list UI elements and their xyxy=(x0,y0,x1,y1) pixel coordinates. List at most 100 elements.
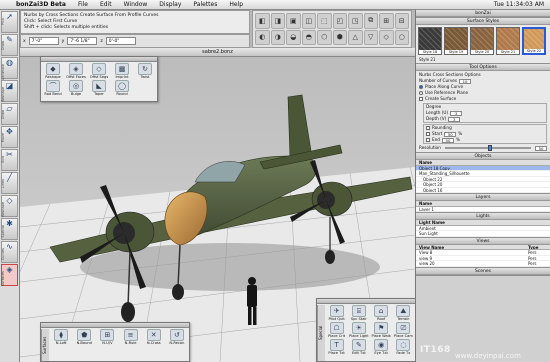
n-bound-button[interactable]: ⬟ N-Bound xyxy=(73,329,95,345)
toolbar-shortcut-icon[interactable]: ⬢ xyxy=(332,29,347,45)
left-tool-draw[interactable]: ▱ Draw xyxy=(1,103,18,125)
menu-window[interactable]: Window xyxy=(124,1,148,8)
y-coordinate-field[interactable]: 7'-6 1/8" xyxy=(67,37,98,45)
surface-style-swatch[interactable]: Style 19 xyxy=(444,27,468,55)
resolution-slider-knob[interactable] xyxy=(487,145,492,151)
depth-input[interactable]: 3 xyxy=(448,116,461,122)
surface-style-swatch[interactable]: Style 18 xyxy=(418,27,442,55)
layers-header: Layers xyxy=(416,194,550,201)
menu-palettes[interactable]: Palettes xyxy=(193,1,217,8)
menu-edit[interactable]: Edit xyxy=(100,1,112,8)
offst-segs-button[interactable]: ◇ Offst Segs xyxy=(88,63,110,79)
surface-style-swatch[interactable]: Style 20 xyxy=(470,27,494,55)
use-reference-plane-radio[interactable] xyxy=(419,91,423,95)
toolbar-shortcut-icon[interactable]: ◐ xyxy=(255,29,270,45)
left-tool-reshape[interactable]: ◪ Reshape xyxy=(1,80,18,102)
n-recon-button[interactable]: ↺ N-Recon xyxy=(166,329,188,345)
place-light-button[interactable]: ☀ Place Light xyxy=(348,322,369,338)
toolbar-shortcut-icon[interactable]: ⊞ xyxy=(379,13,394,29)
start-checkbox[interactable] xyxy=(426,132,430,136)
left-tool-label: Lines xyxy=(1,179,5,189)
bulge-button[interactable]: ◎ Bulge xyxy=(65,80,87,96)
create-surface-checkbox[interactable] xyxy=(419,97,423,101)
place-walk-button[interactable]: ⚑ Place Walk xyxy=(371,322,392,338)
list-item[interactable]: Sun Light xyxy=(416,231,550,237)
toolbar-shortcut-icon[interactable]: ▣ xyxy=(286,13,301,29)
length-input[interactable]: 3 xyxy=(450,110,463,116)
place-along-curve-radio[interactable] xyxy=(419,85,423,89)
round-button[interactable]: ◯ Round xyxy=(111,80,133,96)
toolbar-shortcut-icon[interactable]: ⊟ xyxy=(394,13,409,29)
n-loft-button[interactable]: ⧫ N-Loft xyxy=(50,329,72,345)
toolbar-shortcut-icon[interactable]: ◒ xyxy=(286,29,301,45)
left-tool-move[interactable]: ✥ Move xyxy=(1,126,18,148)
toolbar-shortcut-icon[interactable]: ◧ xyxy=(255,13,270,29)
place-cam-button[interactable]: ⎚ Place Cam xyxy=(393,322,414,338)
twist-label: Twist xyxy=(140,75,150,79)
toolbar-shortcut-icon[interactable]: ⧉ xyxy=(363,13,378,29)
menu-display[interactable]: Display xyxy=(159,1,181,8)
place-crit-button[interactable]: ☖ Place Crit xyxy=(326,322,347,338)
twist-button[interactable]: ↻ Twist xyxy=(134,63,156,79)
left-tool-curves[interactable]: ∿ Curves xyxy=(1,241,18,263)
end-input[interactable]: 50 xyxy=(441,137,454,143)
toolbar-shortcut-icon[interactable]: ◇ xyxy=(379,29,394,45)
resolution-input[interactable]: 50 xyxy=(535,145,547,151)
view-type-column[interactable]: Type xyxy=(528,245,550,250)
num-curves-input[interactable]: 10 xyxy=(459,78,472,84)
left-tool-draw[interactable]: ✎ Draw xyxy=(1,34,18,56)
app-menu[interactable]: bonZai3D Beta xyxy=(16,1,66,8)
toolbar-shortcut-icon[interactable]: ◳ xyxy=(348,13,363,29)
toolbar-shortcut-icon[interactable]: ◫ xyxy=(301,13,316,29)
start-input[interactable]: 50 xyxy=(444,131,457,137)
menu-bar: bonZai3D Beta File Edit Window Display P… xyxy=(0,0,550,10)
n-rule-button[interactable]: ≡ N-Rule xyxy=(119,329,141,345)
resolution-slider[interactable] xyxy=(444,145,531,151)
list-item[interactable]: Layer 1 xyxy=(416,207,550,212)
menu-file[interactable]: File xyxy=(78,1,88,8)
eye-txt-button[interactable]: ◉ Eye Txt xyxy=(371,339,392,355)
left-tool-curves-icon: ∿ xyxy=(6,242,13,251)
toolbar-shortcut-icon[interactable]: ○ xyxy=(394,29,409,45)
menubar-clock[interactable]: Tue 11:34:03 AM xyxy=(494,1,544,8)
n-u-v-button[interactable]: ⊞ N-U/V xyxy=(96,329,118,345)
left-tool-surfaces[interactable]: ◈ Surfaces xyxy=(1,264,18,286)
toolbar-shortcut-icon[interactable]: ⬚ xyxy=(317,13,332,29)
surface-style-swatch[interactable]: Style 21 xyxy=(496,27,520,55)
surface-style-swatch[interactable]: Style 22 xyxy=(522,27,546,55)
z-coordinate-field[interactable]: 0'-0" xyxy=(105,37,136,45)
end-checkbox[interactable] xyxy=(426,138,430,142)
reshape-button[interactable]: ◆ Reshape xyxy=(42,63,64,79)
roof-button[interactable]: ⌂ Roof xyxy=(371,305,392,321)
toolbar-shortcut-icon[interactable]: ⬡ xyxy=(317,29,332,45)
fade-tx-button[interactable]: ◌ Fade Tx xyxy=(393,339,414,355)
menu-help[interactable]: Help xyxy=(229,1,243,8)
toolbar-shortcut-icon[interactable]: ◓ xyxy=(301,29,316,45)
imprint-button[interactable]: ▩ Imprint xyxy=(111,63,133,79)
toolbar-shortcut-icon[interactable]: ◨ xyxy=(270,13,285,29)
toolbar-shortcut-icon[interactable]: ▽ xyxy=(363,29,378,45)
x-coordinate-field[interactable]: 7'-0" xyxy=(28,37,59,45)
offst-faces-button[interactable]: ◈ Offst Faces xyxy=(65,63,87,79)
place-txt-button[interactable]: T Place Txt xyxy=(326,339,347,355)
left-tool-reshape[interactable]: ◇ Reshape xyxy=(1,195,18,217)
left-tool-generate[interactable]: ◍ Generate xyxy=(1,57,18,80)
toolbar-shortcut-icon[interactable]: ◰ xyxy=(332,13,347,29)
left-tool-pick[interactable]: ➚ Pick xyxy=(1,11,18,33)
n-cross-button[interactable]: ✕ N-Cross xyxy=(143,329,165,345)
spc-stair-button[interactable]: ⌸ Spc Stair xyxy=(348,305,369,321)
left-tool-lines[interactable]: ╱ Lines xyxy=(1,172,18,194)
rad-bend-button[interactable]: ⌒ Rad Bend xyxy=(42,80,64,96)
toolbar-shortcut-icon[interactable]: △ xyxy=(348,29,363,45)
pilot-quit-button[interactable]: ✈ Pilot Quit xyxy=(326,305,347,321)
left-tool-edit[interactable]: ✂ Edit xyxy=(1,149,18,171)
table-row[interactable]: view 20 Pers xyxy=(416,261,550,267)
terrain-button[interactable]: ⛰ Terrain xyxy=(393,305,414,321)
taper-button[interactable]: ◣ Taper xyxy=(88,80,110,96)
list-item[interactable]: Object 16 xyxy=(416,188,550,193)
rounding-checkbox[interactable] xyxy=(426,126,430,130)
edit-txt-button[interactable]: ✎ Edit Txt xyxy=(348,339,369,355)
left-tool-special[interactable]: ✱ Special xyxy=(1,218,18,240)
view-name-column[interactable]: View Name xyxy=(419,245,528,250)
toolbar-shortcut-icon[interactable]: ◑ xyxy=(270,29,285,45)
